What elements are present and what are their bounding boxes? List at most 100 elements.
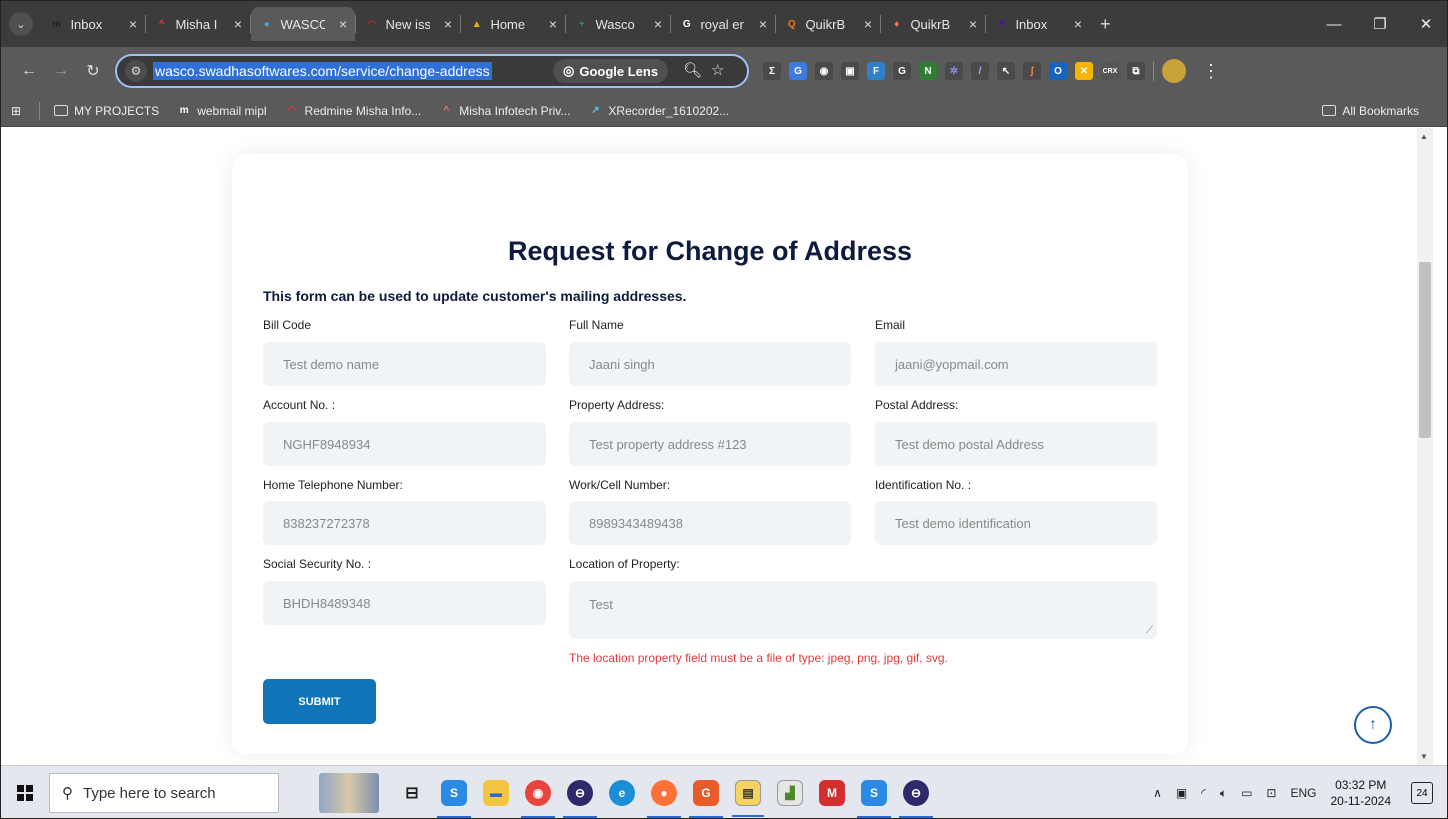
tab-close-icon[interactable]: ×: [864, 16, 872, 32]
bill-code-input[interactable]: Test demo name: [263, 342, 546, 386]
wifi-icon[interactable]: ◜: [1201, 786, 1206, 800]
bookmark-star-icon[interactable]: ☆: [711, 61, 724, 79]
f-extension-icon[interactable]: F: [867, 62, 885, 80]
translate-extension-icon[interactable]: G: [789, 62, 807, 80]
battery-icon[interactable]: ▭: [1241, 786, 1252, 800]
scroll-down-icon[interactable]: ▼: [1420, 752, 1428, 761]
notification-center-button[interactable]: 24: [1411, 782, 1433, 804]
browser-tab[interactable]: Y Inbox ×: [986, 7, 1090, 41]
browser-tab[interactable]: ▲ Home ×: [461, 7, 565, 41]
tab-close-icon[interactable]: ×: [969, 16, 977, 32]
record-extension-icon[interactable]: ◉: [815, 62, 833, 80]
pen-workspace-icon[interactable]: ⊡: [1266, 786, 1276, 800]
tab-close-icon[interactable]: ×: [129, 16, 137, 32]
chart-app-icon[interactable]: ▟: [777, 780, 803, 806]
all-bookmarks-button[interactable]: All Bookmarks: [1322, 104, 1419, 118]
bookmark-item[interactable]: ↗ XRecorder_1610202...: [588, 104, 729, 118]
location-textarea[interactable]: Test ⟋: [569, 581, 1157, 639]
swirl-extension-icon[interactable]: ʃ: [1023, 62, 1041, 80]
tray-app-icon[interactable]: ▣: [1176, 786, 1187, 800]
ssn-input[interactable]: BHDH8489348: [263, 581, 546, 625]
browser-tab[interactable]: Q QuikrB ×: [776, 7, 880, 41]
address-bar[interactable]: ⚙ wasco.swadhasoftwares.com/service/chan…: [115, 54, 749, 88]
tab-close-icon[interactable]: ×: [759, 16, 767, 32]
browser-tab[interactable]: ♦ QuikrB ×: [881, 7, 985, 41]
taskbar-search-box[interactable]: ⚲ Type here to search: [49, 773, 279, 813]
bookmark-item[interactable]: ^ Misha Infotech Priv...: [439, 104, 570, 118]
zoom-search-icon[interactable]: 🔍︎: [683, 61, 702, 79]
menu-kebab-icon[interactable]: ⋮: [1202, 61, 1220, 82]
circle-extension-icon[interactable]: O: [1049, 62, 1067, 80]
skype-2-icon[interactable]: S: [857, 780, 891, 818]
grammarly-extension-icon[interactable]: G: [893, 62, 911, 80]
puzzle-extensions-icon[interactable]: ⧉: [1127, 62, 1145, 80]
tray-chevron-up-icon[interactable]: ∧: [1153, 786, 1162, 800]
minimize-icon[interactable]: —: [1311, 16, 1357, 33]
site-settings-icon[interactable]: ⚙: [125, 60, 147, 82]
tab-close-icon[interactable]: ×: [549, 16, 557, 32]
back-arrow-icon[interactable]: ←: [13, 62, 45, 80]
gear-extension-icon[interactable]: ✲: [945, 62, 963, 80]
browser-tab[interactable]: ◠ New iss ×: [356, 7, 460, 41]
file-explorer-icon[interactable]: ▬: [483, 780, 509, 806]
tab-close-icon[interactable]: ×: [339, 16, 347, 32]
browser-tab[interactable]: Groyal er ×: [671, 7, 775, 41]
sigma-extension-icon[interactable]: Σ: [763, 62, 781, 80]
tab-close-icon[interactable]: ×: [1074, 16, 1082, 32]
browser-tab[interactable]: ● WASCO ×: [251, 7, 355, 41]
url-text[interactable]: wasco.swadhasoftwares.com/service/change…: [153, 62, 492, 80]
submit-button[interactable]: SUBMIT: [263, 679, 376, 724]
identification-input[interactable]: Test demo identification: [875, 501, 1157, 545]
reload-icon[interactable]: ↻: [77, 61, 109, 81]
search-highlight-image[interactable]: [319, 773, 379, 813]
cookie-extension-icon[interactable]: ✕: [1075, 62, 1093, 80]
scroll-up-icon[interactable]: ▲: [1420, 132, 1428, 141]
eclipse-2-icon[interactable]: ⊖: [899, 780, 933, 818]
tab-close-icon[interactable]: ×: [234, 16, 242, 32]
browser-tab[interactable]: + Wasco ×: [566, 7, 670, 41]
firefox-icon[interactable]: ●: [647, 780, 681, 818]
mcafee-icon[interactable]: M: [819, 780, 845, 806]
tab-close-icon[interactable]: ×: [444, 16, 452, 32]
browser-tab[interactable]: m Inbox ×: [41, 7, 145, 41]
resize-grip-icon[interactable]: ⟋: [1146, 625, 1153, 636]
eclipse-icon[interactable]: ⊖: [563, 780, 597, 818]
browser-tab[interactable]: ^ Misha I ×: [146, 7, 250, 41]
bookmark-item[interactable]: ◠ Redmine Misha Info...: [285, 104, 421, 118]
google-lens-button[interactable]: ◎ Google Lens: [553, 59, 669, 83]
clock[interactable]: 03:32 PM 20-11-2024: [1331, 777, 1392, 809]
task-view-icon[interactable]: ⊟: [399, 780, 425, 806]
cursor-extension-icon[interactable]: ↖: [997, 62, 1015, 80]
work-cell-input[interactable]: 8989343489438: [569, 501, 851, 545]
forward-arrow-icon[interactable]: →: [45, 62, 77, 80]
skype-icon[interactable]: S: [437, 780, 471, 818]
scroll-thumb[interactable]: [1419, 262, 1431, 438]
chrome-canary-icon[interactable]: G: [689, 780, 723, 818]
postal-address-input[interactable]: Test demo postal Address: [875, 422, 1157, 466]
n-extension-icon[interactable]: N: [919, 62, 937, 80]
bookmark-item[interactable]: MY PROJECTS: [54, 104, 159, 118]
property-address-input[interactable]: Test property address #123: [569, 422, 851, 466]
screen-extension-icon[interactable]: ▣: [841, 62, 859, 80]
scroll-to-top-arrow-icon[interactable]: ↑: [1354, 706, 1392, 744]
new-tab-plus-icon[interactable]: +: [1100, 14, 1111, 35]
volume-icon[interactable]: 🔈︎: [1220, 786, 1227, 801]
apps-grid-icon[interactable]: ⊞: [11, 104, 21, 118]
tab-close-icon[interactable]: ×: [654, 16, 662, 32]
account-no-input[interactable]: NGHF8948934: [263, 422, 546, 466]
profile-avatar[interactable]: [1162, 59, 1186, 83]
page-scrollbar[interactable]: ▲ ▼: [1417, 128, 1433, 765]
email-input[interactable]: jaani@yopmail.com: [875, 342, 1157, 386]
close-window-icon[interactable]: ✕: [1403, 15, 1447, 33]
restore-icon[interactable]: ❐: [1357, 15, 1403, 33]
chrome-icon[interactable]: ◉: [521, 780, 555, 818]
home-phone-input[interactable]: 838237272378: [263, 501, 546, 545]
pen-extension-icon[interactable]: /: [971, 62, 989, 80]
edge-icon[interactable]: e: [609, 780, 635, 806]
full-name-input[interactable]: Jaani singh: [569, 342, 851, 386]
image-viewer-icon[interactable]: ▤: [732, 780, 764, 817]
start-button[interactable]: [1, 785, 49, 801]
crx-extension-icon[interactable]: CRX: [1101, 62, 1119, 80]
tab-search-chevron-icon[interactable]: ⌄: [9, 12, 33, 36]
bookmark-item[interactable]: m webmail mipl: [177, 104, 267, 118]
